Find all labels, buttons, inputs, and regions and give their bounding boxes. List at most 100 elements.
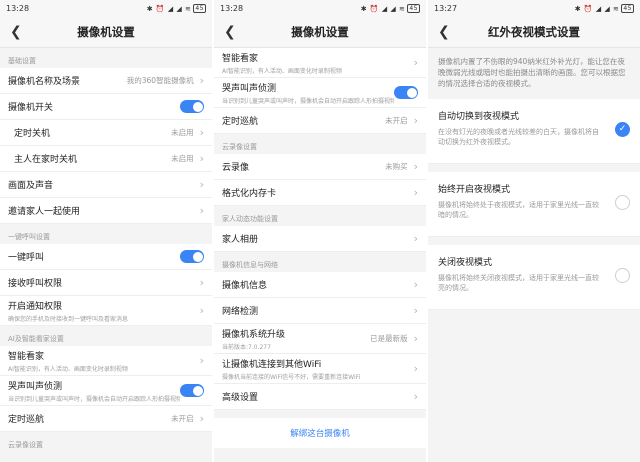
- chevron-right-icon: ›: [413, 331, 418, 345]
- chevron-right-icon: ›: [413, 113, 418, 127]
- row-value: 未开启: [171, 414, 194, 423]
- row-subtext: 当识别到儿童哭声或叫声时，摄像机会自动开启跟踪人形拍摄视频: [8, 395, 180, 403]
- chevron-right-icon: ›: [413, 231, 418, 245]
- row-label: 开启通知权限: [8, 301, 63, 312]
- status-signal-icons: ✱ ⏰ ◢ ◢ ≋: [146, 4, 192, 13]
- title-bar: ❮ 摄像机设置: [0, 17, 212, 48]
- back-arrow-icon[interactable]: ❮: [224, 24, 236, 40]
- row-label: 网络检测: [222, 307, 259, 317]
- settings-panel-middle: 13:28 ✱ ⏰ ◢ ◢ ≋ 45 ❮ 摄像机设置 智能看家 AI智能识别，有…: [214, 0, 426, 462]
- status-signal-icons: ✱ ⏰ ◢ ◢ ≋: [574, 4, 620, 13]
- picture-sound-row[interactable]: 画面及声音 ›: [0, 172, 212, 198]
- chevron-right-icon: ›: [199, 275, 204, 289]
- family-album-row[interactable]: 家人相册 ›: [214, 226, 426, 252]
- camera-switch-toggle[interactable]: [180, 100, 204, 113]
- mode-off-option[interactable]: 关闭夜视模式 摄像机将始终关闭夜视模式，适用于家里光线一直较亮的情况。: [428, 245, 640, 310]
- section-header-call: 一键呼叫设置: [0, 224, 212, 244]
- row-label: 画面及声音: [8, 181, 54, 191]
- smart-watch-row[interactable]: 智能看家 AI智能识别，有人活动、画面变化时录制视频 ›: [214, 48, 426, 78]
- radio-button[interactable]: [615, 195, 630, 210]
- row-value: 未开启: [385, 116, 408, 125]
- timed-cruise-row[interactable]: 定时巡航 未开启 ›: [0, 406, 212, 432]
- row-value: 未启用: [171, 128, 194, 137]
- row-label: 定时关机: [14, 129, 51, 139]
- row-label: 定时巡航: [8, 415, 45, 425]
- mode-subtext: 在没有灯光的夜晚或者光线较差的白天，摄像机将自动切换为红外夜视模式。: [438, 128, 599, 146]
- row-subtext: 确保您的手机及时接收到一键呼叫及看家消息: [8, 315, 129, 323]
- row-label: 邀请家人一起使用: [8, 207, 81, 217]
- camera-name-row[interactable]: 摄像机名称及场景 我的360智能摄像机 ›: [0, 68, 212, 94]
- cry-detection-toggle[interactable]: [180, 384, 204, 397]
- system-upgrade-row[interactable]: 摄像机系统升级 当前版本:7.0.277 已是最新版 ›: [214, 324, 426, 354]
- chevron-right-icon: ›: [413, 185, 418, 199]
- call-permission-row[interactable]: 接收呼叫权限 ›: [0, 270, 212, 296]
- row-label: 智能看家: [222, 53, 259, 64]
- row-label: 摄像机开关: [8, 103, 54, 113]
- row-label: 一键呼叫: [8, 253, 45, 263]
- format-sdcard-row[interactable]: 格式化内存卡 ›: [214, 180, 426, 206]
- mode-label: 始终开启夜视模式: [438, 185, 511, 195]
- row-label: 云录像: [222, 163, 250, 173]
- row-label: 格式化内存卡: [222, 189, 277, 199]
- chevron-right-icon: ›: [413, 55, 418, 69]
- row-label: 哭声叫声侦测: [222, 83, 277, 94]
- status-time: 13:28: [220, 4, 244, 13]
- row-label: 哭声叫声侦测: [8, 381, 63, 392]
- battery-icon: 45: [621, 4, 634, 13]
- row-value: 未购买: [385, 162, 408, 171]
- change-wifi-row[interactable]: 让摄像机连接到其他WiFi 摄像机当前连接的WiFi信号不好，需要重新连接WiF…: [214, 354, 426, 384]
- row-label: 让摄像机连接到其他WiFi: [222, 359, 322, 370]
- camera-info-row[interactable]: 摄像机信息 ›: [214, 272, 426, 298]
- chevron-right-icon: ›: [199, 73, 204, 87]
- one-key-call-row: 一键呼叫: [0, 244, 212, 270]
- section-header-cloud: 云录像设置: [214, 134, 426, 154]
- row-subtext: 当前版本:7.0.277: [222, 343, 271, 351]
- title-bar: ❮ 红外夜视模式设置: [428, 17, 640, 48]
- invite-family-row[interactable]: 邀请家人一起使用 ›: [0, 198, 212, 224]
- status-bar: 13:28 ✱ ⏰ ◢ ◢ ≋ 45: [0, 0, 212, 17]
- cry-detection-toggle[interactable]: [394, 86, 418, 99]
- chevron-right-icon: ›: [199, 203, 204, 217]
- unbind-camera-button[interactable]: 解绑这台摄像机: [214, 418, 426, 448]
- mode-label: 自动切换到夜视模式: [438, 112, 520, 122]
- chevron-right-icon: ›: [199, 177, 204, 191]
- battery-icon: 45: [407, 4, 420, 13]
- chevron-right-icon: ›: [199, 303, 204, 317]
- page-title: 摄像机设置: [291, 25, 349, 39]
- page-title: 摄像机设置: [77, 25, 135, 39]
- mode-always-on-option[interactable]: 始终开启夜视模式 摄像机将始终处于夜视模式，适用于家里光线一直较暗的情况。: [428, 172, 640, 237]
- row-label: 摄像机信息: [222, 281, 268, 291]
- title-bar: ❮ 摄像机设置: [214, 17, 426, 48]
- chevron-right-icon: ›: [199, 411, 204, 425]
- row-label: 定时巡航: [222, 117, 259, 127]
- checkmark-icon[interactable]: ✓: [615, 122, 630, 137]
- row-label: 摄像机系统升级: [222, 329, 286, 340]
- status-icons: ✱ ⏰ ◢ ◢ ≋ 45: [147, 4, 206, 13]
- timer-shutdown-row[interactable]: 定时关机 未启用 ›: [0, 120, 212, 146]
- back-arrow-icon[interactable]: ❮: [10, 24, 22, 40]
- radio-button[interactable]: [615, 268, 630, 283]
- night-vision-description: 摄像机内置了不伤眼的940纳米红外补光灯，能让您在夜晚微弱光线或暗时也能拍摄出清…: [428, 48, 640, 99]
- timed-cruise-row[interactable]: 定时巡航 未开启 ›: [214, 108, 426, 134]
- home-shutdown-row[interactable]: 主人在家时关机 未启用 ›: [0, 146, 212, 172]
- advanced-settings-row[interactable]: 高级设置 ›: [214, 384, 426, 410]
- cloud-recording-row[interactable]: 云录像 未购买 ›: [214, 154, 426, 180]
- mode-subtext: 摄像机将始终处于夜视模式，适用于家里光线一直较暗的情况。: [438, 201, 599, 219]
- notification-permission-row[interactable]: 开启通知权限 确保您的手机及时接收到一键呼叫及看家消息 ›: [0, 296, 212, 326]
- network-check-row[interactable]: 网络检测 ›: [214, 298, 426, 324]
- section-header-info: 摄像机信息与网络: [214, 252, 426, 272]
- status-time: 13:28: [6, 4, 30, 13]
- chevron-right-icon: ›: [413, 277, 418, 291]
- smart-watch-row[interactable]: 智能看家 AI智能识别，有人活动、画面变化时录制视频 ›: [0, 346, 212, 376]
- mode-label: 关闭夜视模式: [438, 258, 493, 268]
- mode-subtext: 摄像机将始终关闭夜视模式，适用于家里光线一直较亮的情况。: [438, 274, 599, 292]
- cry-detection-row: 哭声叫声侦测 当识别到儿童哭声或叫声时，摄像机会自动开启跟踪人形拍摄视频: [214, 78, 426, 108]
- chevron-right-icon: ›: [199, 125, 204, 139]
- row-value: 未启用: [171, 154, 194, 163]
- back-arrow-icon[interactable]: ❮: [438, 24, 450, 40]
- one-key-call-toggle[interactable]: [180, 250, 204, 263]
- status-signal-icons: ✱ ⏰ ◢ ◢ ≋: [360, 4, 406, 13]
- page-title: 红外夜视模式设置: [488, 25, 580, 39]
- mode-auto-option[interactable]: 自动切换到夜视模式 在没有灯光的夜晚或者光线较差的白天，摄像机将自动切换为红外夜…: [428, 99, 640, 164]
- section-header-family: 家人动态功能设置: [214, 206, 426, 226]
